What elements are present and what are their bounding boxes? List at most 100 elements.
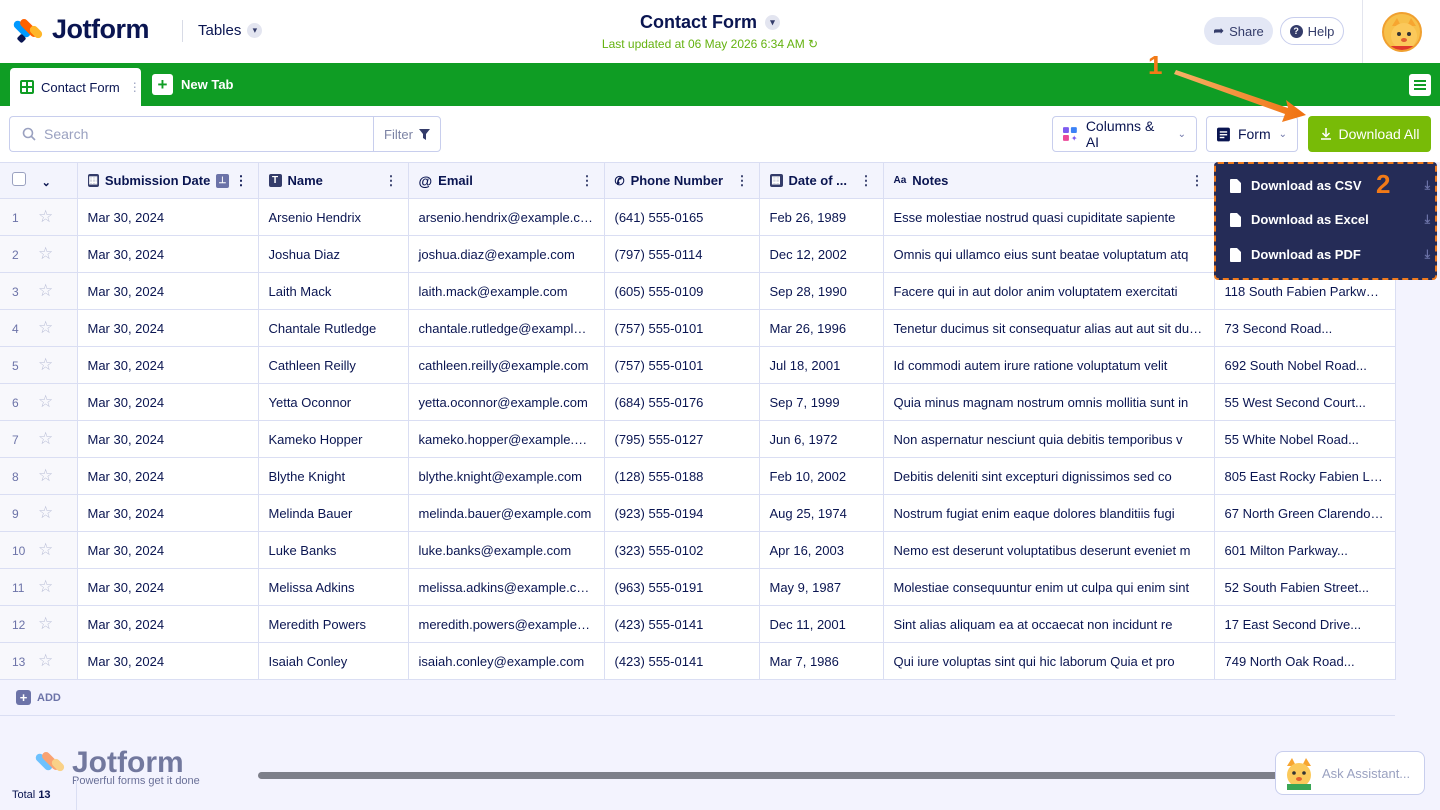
- cell-phone[interactable]: (757) 555-0101: [604, 346, 760, 384]
- cell-name[interactable]: Yetta Oconnor: [258, 383, 409, 421]
- cell-date[interactable]: Mar 30, 2024: [77, 235, 259, 273]
- download-all-button[interactable]: Download All: [1308, 116, 1431, 152]
- cell-name[interactable]: Melinda Bauer: [258, 494, 409, 532]
- cell-phone[interactable]: (684) 555-0176: [604, 383, 760, 421]
- cell-name[interactable]: Cathleen Reilly: [258, 346, 409, 384]
- cell-notes[interactable]: Debitis deleniti sint excepturi dignissi…: [883, 457, 1215, 495]
- cell-dob[interactable]: Jun 6, 1972: [759, 420, 884, 458]
- cell-phone[interactable]: (128) 555-0188: [604, 457, 760, 495]
- cell-phone[interactable]: (641) 555-0165: [604, 198, 760, 236]
- cell-addr[interactable]: 55 West Second Court...: [1214, 383, 1396, 421]
- table-row[interactable]: 13 ☆ Mar 30, 2024 Isaiah Conley isaiah.conle…: [0, 642, 1396, 680]
- download-csv-item[interactable]: Download as CSV ⤓: [1230, 178, 1430, 193]
- column-options-icon[interactable]: ⋮: [385, 173, 398, 189]
- table-row[interactable]: 4 ☆ Mar 30, 2024 Chantale Rutledge chantale.…: [0, 309, 1396, 347]
- column-header-date-of-birth[interactable]: ▦ Date of ... ⋮: [759, 162, 884, 199]
- cell-phone[interactable]: (963) 555-0191: [604, 568, 760, 606]
- cell-email[interactable]: meredith.powers@example.c...: [408, 605, 605, 643]
- cell-notes[interactable]: Qui iure voluptas sint qui hic laborum Q…: [883, 642, 1215, 680]
- page-title[interactable]: Contact Form ▾: [640, 12, 780, 33]
- cell-name[interactable]: Isaiah Conley: [258, 642, 409, 680]
- star-icon[interactable]: ☆: [38, 651, 53, 670]
- cell-date[interactable]: Mar 30, 2024: [77, 605, 259, 643]
- table-row[interactable]: 8 ☆ Mar 30, 2024 Blythe Knight blythe.knight…: [0, 457, 1396, 495]
- ask-assistant-button[interactable]: Ask Assistant...: [1275, 751, 1425, 795]
- filter-button[interactable]: Filter: [373, 116, 441, 152]
- cell-dob[interactable]: Feb 10, 2002: [759, 457, 884, 495]
- cell-name[interactable]: Laith Mack: [258, 272, 409, 310]
- cell-email[interactable]: isaiah.conley@example.com: [408, 642, 605, 680]
- cell-dob[interactable]: May 9, 1987: [759, 568, 884, 606]
- cell-name[interactable]: Meredith Powers: [258, 605, 409, 643]
- star-icon[interactable]: ☆: [38, 429, 53, 448]
- column-header-phone[interactable]: ✆ Phone Number ⋮: [604, 162, 760, 199]
- cell-addr[interactable]: 52 South Fabien Street...: [1214, 568, 1396, 606]
- star-icon[interactable]: ☆: [38, 392, 53, 411]
- star-icon[interactable]: ☆: [38, 281, 53, 300]
- cell-email[interactable]: arsenio.hendrix@example.com: [408, 198, 605, 236]
- cell-date[interactable]: Mar 30, 2024: [77, 309, 259, 347]
- cell-notes[interactable]: Esse molestiae nostrud quasi cupiditate …: [883, 198, 1215, 236]
- table-row[interactable]: 2 ☆ Mar 30, 2024 Joshua Diaz joshua.diaz@exa…: [0, 235, 1396, 273]
- cell-name[interactable]: Joshua Diaz: [258, 235, 409, 273]
- cell-notes[interactable]: Nostrum fugiat enim eaque dolores blandi…: [883, 494, 1215, 532]
- cell-date[interactable]: Mar 30, 2024: [77, 457, 259, 495]
- table-row[interactable]: 5 ☆ Mar 30, 2024 Cathleen Reilly cathleen.re…: [0, 346, 1396, 384]
- cell-addr[interactable]: 67 North Green Clarendon...: [1214, 494, 1396, 532]
- tab-contact-form[interactable]: Contact Form ⋮: [10, 68, 141, 106]
- jotform-logo[interactable]: Jotform: [12, 14, 150, 45]
- cell-notes[interactable]: Quia minus magnam nostrum omnis mollitia…: [883, 383, 1215, 421]
- pin-icon[interactable]: ⊥: [216, 173, 229, 188]
- avatar[interactable]: [1382, 12, 1422, 52]
- cell-date[interactable]: Mar 30, 2024: [77, 346, 259, 384]
- add-row-button[interactable]: + ADD: [16, 690, 61, 705]
- cell-phone[interactable]: (605) 555-0109: [604, 272, 760, 310]
- cell-dob[interactable]: Apr 16, 2003: [759, 531, 884, 569]
- cell-addr[interactable]: 601 Milton Parkway...: [1214, 531, 1396, 569]
- cell-phone[interactable]: (423) 555-0141: [604, 642, 760, 680]
- cell-name[interactable]: Kameko Hopper: [258, 420, 409, 458]
- cell-dob[interactable]: Mar 26, 1996: [759, 309, 884, 347]
- column-options-icon[interactable]: ⋮: [736, 173, 749, 189]
- cell-date[interactable]: Mar 30, 2024: [77, 272, 259, 310]
- column-header-email[interactable]: @ Email ⋮: [408, 162, 605, 199]
- cell-addr[interactable]: 55 White Nobel Road...: [1214, 420, 1396, 458]
- cell-notes[interactable]: Id commodi autem irure ratione voluptatu…: [883, 346, 1215, 384]
- cell-email[interactable]: chantale.rutledge@example....: [408, 309, 605, 347]
- column-options-icon[interactable]: ⋮: [235, 173, 248, 189]
- cell-dob[interactable]: Sep 28, 1990: [759, 272, 884, 310]
- cell-email[interactable]: cathleen.reilly@example.com: [408, 346, 605, 384]
- download-excel-item[interactable]: Download as Excel ⤓: [1230, 212, 1430, 227]
- download-pdf-item[interactable]: Download as PDF ⤓: [1230, 247, 1430, 262]
- column-header-name[interactable]: T Name ⋮: [258, 162, 409, 199]
- cell-phone[interactable]: (423) 555-0141: [604, 605, 760, 643]
- cell-name[interactable]: Arsenio Hendrix: [258, 198, 409, 236]
- cell-addr[interactable]: 692 South Nobel Road...: [1214, 346, 1396, 384]
- cell-dob[interactable]: Sep 7, 1999: [759, 383, 884, 421]
- cell-notes[interactable]: Molestiae consequuntur enim ut culpa qui…: [883, 568, 1215, 606]
- cell-dob[interactable]: Mar 7, 1986: [759, 642, 884, 680]
- cell-date[interactable]: Mar 30, 2024: [77, 383, 259, 421]
- cell-date[interactable]: Mar 30, 2024: [77, 642, 259, 680]
- table-row[interactable]: 7 ☆ Mar 30, 2024 Kameko Hopper kameko.hopper…: [0, 420, 1396, 458]
- table-row[interactable]: 12 ☆ Mar 30, 2024 Meredith Powers meredith.p…: [0, 605, 1396, 643]
- cell-name[interactable]: Chantale Rutledge: [258, 309, 409, 347]
- table-row[interactable]: 3 ☆ Mar 30, 2024 Laith Mack laith.mack@examp…: [0, 272, 1396, 310]
- star-icon[interactable]: ☆: [38, 466, 53, 485]
- cell-date[interactable]: Mar 30, 2024: [77, 420, 259, 458]
- cell-phone[interactable]: (923) 555-0194: [604, 494, 760, 532]
- cell-addr[interactable]: 749 North Oak Road...: [1214, 642, 1396, 680]
- cell-date[interactable]: Mar 30, 2024: [77, 494, 259, 532]
- cell-notes[interactable]: Facere qui in aut dolor anim voluptatem …: [883, 272, 1215, 310]
- star-icon[interactable]: ☆: [38, 244, 53, 263]
- column-options-icon[interactable]: ⋮: [1191, 173, 1204, 189]
- search-input[interactable]: [44, 126, 364, 142]
- cell-email[interactable]: melinda.bauer@example.com: [408, 494, 605, 532]
- chevron-down-icon[interactable]: ⌄: [42, 177, 51, 189]
- star-icon[interactable]: ☆: [38, 318, 53, 337]
- cell-name[interactable]: Blythe Knight: [258, 457, 409, 495]
- table-row[interactable]: 11 ☆ Mar 30, 2024 Melissa Adkins melissa.adk…: [0, 568, 1396, 606]
- cell-phone[interactable]: (795) 555-0127: [604, 420, 760, 458]
- column-options-icon[interactable]: ⋮: [860, 173, 873, 189]
- cell-phone[interactable]: (323) 555-0102: [604, 531, 760, 569]
